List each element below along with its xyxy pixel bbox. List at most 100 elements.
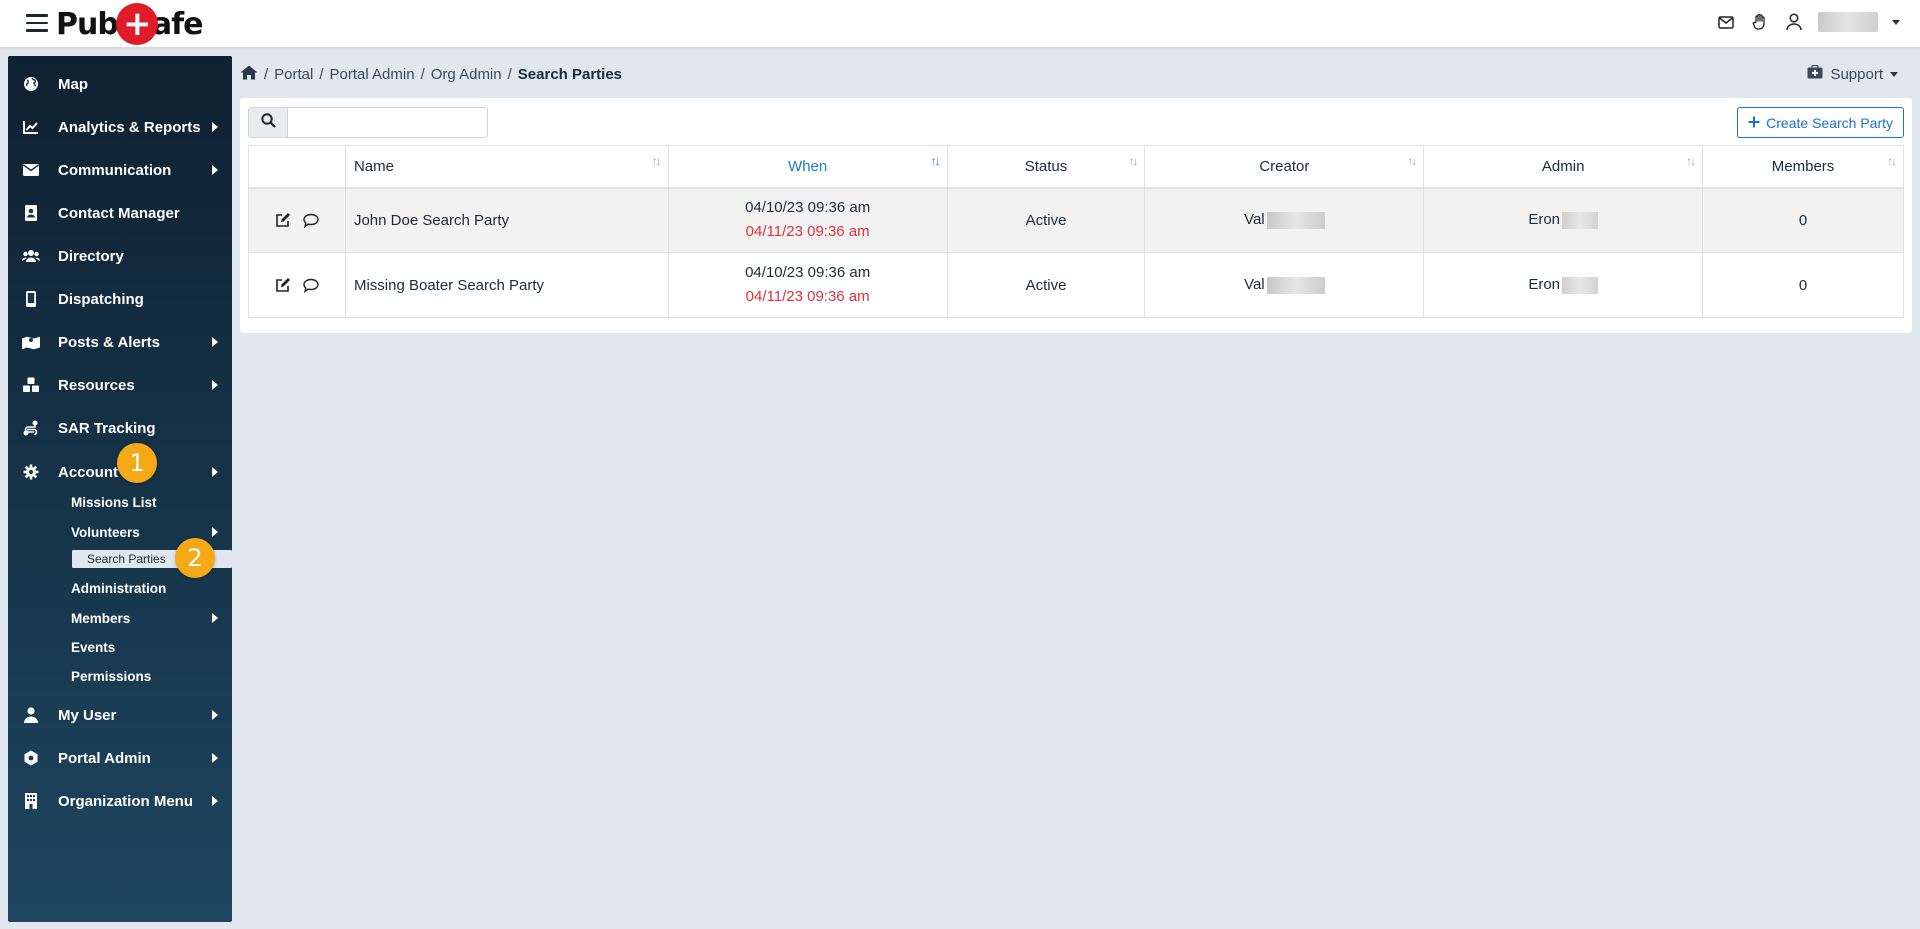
search-button[interactable] bbox=[248, 107, 288, 138]
sidebar-subitem-missions-list[interactable]: Missions List bbox=[8, 490, 232, 514]
comment-icon[interactable] bbox=[302, 211, 320, 229]
cell-status: Active bbox=[946, 187, 1146, 253]
table-row[interactable]: John Doe Search Party 04/10/23 09:36 am 0… bbox=[248, 187, 1904, 253]
logo-cross-icon: + bbox=[115, 3, 158, 45]
chevron-down-icon bbox=[1890, 71, 1898, 77]
breadcrumb-portal-admin[interactable]: Portal Admin bbox=[330, 66, 415, 83]
sort-icon[interactable]: ↑↓ bbox=[931, 154, 941, 168]
expand-arrow-icon bbox=[212, 380, 218, 390]
column-header-members[interactable]: Members ↑↓ bbox=[1702, 145, 1904, 189]
when-start: 04/10/23 09:36 am bbox=[745, 199, 871, 217]
sidebar-item-label: Directory bbox=[58, 247, 124, 265]
support-label: Support bbox=[1830, 65, 1883, 83]
sidebar-item-analytics[interactable]: Analytics & Reports bbox=[8, 111, 232, 143]
search-icon bbox=[260, 112, 276, 133]
sidebar-item-my-user[interactable]: My User bbox=[8, 699, 232, 731]
table-row[interactable]: Missing Boater Search Party 04/10/23 09:… bbox=[248, 252, 1904, 318]
cell-when: 04/10/23 09:36 am 04/11/23 09:36 am bbox=[667, 252, 948, 318]
edit-icon[interactable] bbox=[274, 211, 292, 229]
breadcrumb-portal[interactable]: Portal bbox=[274, 66, 313, 83]
cell-members: 0 bbox=[1702, 187, 1904, 253]
expand-arrow-icon bbox=[212, 796, 218, 806]
step-badge-2: 2 bbox=[175, 538, 215, 578]
sort-icon[interactable]: ↑↓ bbox=[1887, 154, 1897, 168]
redacted-block bbox=[1562, 212, 1599, 230]
column-header-when[interactable]: When ↑↓ bbox=[667, 145, 948, 189]
app-logo[interactable]: Pub + afe bbox=[56, 2, 203, 46]
expand-arrow-icon bbox=[212, 710, 218, 720]
breadcrumb-current: Search Parties bbox=[517, 66, 623, 83]
sidebar-item-label: Communication bbox=[58, 161, 172, 179]
envelope-icon bbox=[22, 161, 40, 179]
edit-icon[interactable] bbox=[274, 276, 292, 294]
step-badge-1: 1 bbox=[117, 443, 157, 483]
redacted-block bbox=[1266, 212, 1325, 230]
sort-icon[interactable]: ↑↓ bbox=[1128, 154, 1138, 168]
sidebar-subitem-permissions[interactable]: Permissions bbox=[8, 664, 232, 688]
user-icon bbox=[22, 706, 40, 724]
comment-icon[interactable] bbox=[302, 276, 320, 294]
sort-icon[interactable]: ↑↓ bbox=[1407, 154, 1417, 168]
column-header-status[interactable]: Status ↑↓ bbox=[946, 145, 1146, 189]
route-icon bbox=[22, 419, 40, 437]
sidebar-item-sar-tracking[interactable]: SAR Tracking bbox=[8, 412, 232, 444]
users-icon bbox=[22, 247, 40, 265]
sidebar-subitem-label: Members bbox=[71, 610, 131, 626]
sidebar-item-label: My User bbox=[58, 706, 117, 724]
support-dropdown[interactable]: Support bbox=[1807, 64, 1898, 83]
expand-arrow-icon bbox=[212, 337, 218, 347]
sidebar-item-label: SAR Tracking bbox=[58, 419, 156, 437]
expand-arrow-icon bbox=[212, 753, 218, 763]
sidebar-item-label: Account bbox=[58, 463, 118, 481]
column-header-name[interactable]: Name ↑↓ bbox=[344, 145, 669, 189]
breadcrumb-org-admin[interactable]: Org Admin bbox=[431, 66, 502, 83]
breadcrumb-separator: / bbox=[420, 66, 425, 83]
sidebar-item-posts-alerts[interactable]: Posts & Alerts bbox=[8, 326, 232, 358]
column-header-creator[interactable]: Creator ↑↓ bbox=[1144, 145, 1425, 189]
sidebar-subitem-label: Administration bbox=[71, 580, 167, 596]
expand-arrow-icon bbox=[212, 165, 218, 175]
create-search-party-button[interactable]: Create Search Party bbox=[1737, 107, 1904, 138]
envelope-icon[interactable] bbox=[1716, 12, 1736, 32]
sidebar-subitem-events[interactable]: Events bbox=[8, 635, 232, 659]
when-start: 04/10/23 09:36 am bbox=[745, 264, 871, 281]
gear-icon bbox=[22, 463, 40, 481]
hand-icon[interactable] bbox=[1750, 12, 1770, 32]
cell-creator: Val bbox=[1144, 187, 1425, 253]
row-actions bbox=[248, 187, 346, 253]
sidebar-item-resources[interactable]: Resources bbox=[8, 369, 232, 401]
sidebar-subitem-members[interactable]: Members bbox=[8, 606, 232, 630]
sidebar-item-contact-manager[interactable]: Contact Manager bbox=[8, 197, 232, 229]
admin-name: Eron bbox=[1528, 211, 1561, 229]
breadcrumb: / Portal / Portal Admin / Org Admin / Se… bbox=[240, 65, 622, 84]
column-header-admin[interactable]: Admin ↑↓ bbox=[1423, 145, 1704, 189]
sidebar-item-communication[interactable]: Communication bbox=[8, 154, 232, 186]
sidebar-item-dispatching[interactable]: Dispatching bbox=[8, 283, 232, 315]
user-menu-caret-icon[interactable] bbox=[1892, 19, 1900, 25]
sidebar-subitem-label: Missions List bbox=[71, 494, 157, 510]
sidebar-subitem-label: Search Parties bbox=[87, 552, 166, 566]
sidebar-subitem-label: Events bbox=[71, 639, 116, 655]
top-bar: Pub + afe bbox=[0, 0, 1920, 48]
user-name-redacted[interactable] bbox=[1818, 12, 1878, 32]
sidebar-item-directory[interactable]: Directory bbox=[8, 240, 232, 272]
sidebar-item-portal-admin[interactable]: Portal Admin bbox=[8, 742, 232, 774]
expand-arrow-icon bbox=[212, 122, 218, 132]
creator-name: Val bbox=[1244, 211, 1265, 229]
sort-icon[interactable]: ↑↓ bbox=[652, 154, 662, 168]
breadcrumb-separator: / bbox=[507, 66, 512, 83]
building-icon bbox=[22, 792, 40, 810]
chart-line-icon bbox=[22, 118, 40, 136]
cell-creator: Val bbox=[1144, 252, 1425, 318]
sort-icon[interactable]: ↑↓ bbox=[1686, 154, 1696, 168]
sidebar-item-label: Dispatching bbox=[58, 290, 144, 308]
home-icon[interactable] bbox=[240, 65, 258, 84]
hamburger-menu-icon[interactable] bbox=[26, 14, 48, 32]
sidebar-item-organization-menu[interactable]: Organization Menu bbox=[8, 785, 232, 817]
sidebar-item-map[interactable]: Map bbox=[8, 68, 232, 100]
search-input[interactable] bbox=[288, 107, 488, 138]
sidebar-subitem-administration[interactable]: Administration bbox=[8, 576, 232, 600]
sidebar: Map Analytics & Reports Communication Co… bbox=[8, 56, 232, 922]
user-icon[interactable] bbox=[1784, 12, 1804, 32]
globe-icon bbox=[22, 75, 40, 93]
